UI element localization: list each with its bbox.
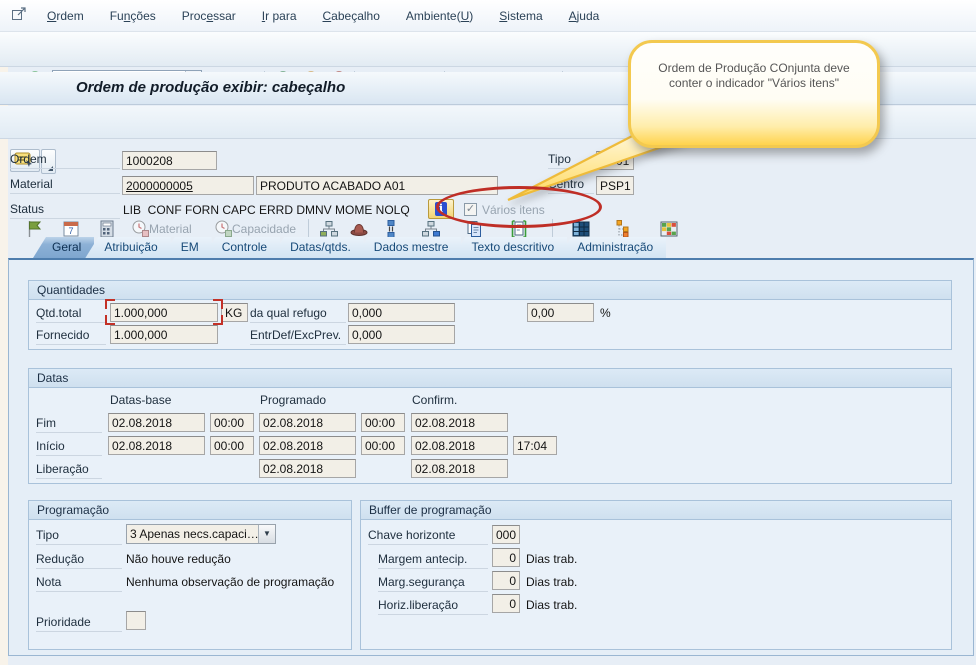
quantities-groupbox-title: Quantidades [29,281,951,300]
finish-basic-date-field[interactable]: 02.08.2018 [108,413,205,432]
confirmed-column-header: Confirm. [412,393,457,407]
reduction-label: Redução [36,552,122,569]
safety-float-label: Marg.segurança [378,575,488,592]
scrap-percent-field[interactable]: 0,00 [527,303,594,322]
reduction-value: Não houve redução [126,552,231,566]
finish-confirmed-date-field[interactable]: 02.08.2018 [411,413,508,432]
total-qty-field[interactable]: 1.000,000 [110,303,218,322]
menu-item-funcoes[interactable]: Funções [97,7,169,25]
start-basic-time-field[interactable]: 00:00 [210,436,254,455]
scheduling-margin-key-label: Chave horizonte [368,528,488,545]
float-before-unit: Dias trab. [526,552,577,566]
note-label: Nota [36,575,122,592]
menu-bar: Ordem Funções Processar Ir para Cabeçalh… [0,0,976,32]
scheduling-groupbox-title: Programação [29,501,351,520]
scheduling-type-label: Tipo [36,528,122,545]
release-horizon-label: Horiz.liberação [378,598,488,615]
priority-label: Prioridade [36,615,122,632]
tab-administracao[interactable]: Administração [558,237,666,258]
tab-geral[interactable]: Geral [33,237,94,258]
priority-field[interactable] [126,611,146,630]
status-label: Status [10,202,120,219]
start-confirmed-time-field[interactable]: 17:04 [513,436,557,455]
menu-item-ajuda[interactable]: Ajuda [556,7,613,25]
finish-sched-time-field[interactable]: 00:00 [361,413,405,432]
start-row-label: Início [36,439,102,456]
tab-texto-descritivo[interactable]: Texto descritivo [452,237,567,258]
menu-item-ir-para[interactable]: Ir para [249,7,310,25]
delivered-qty-field[interactable]: 1.000,000 [110,325,218,344]
dates-groupbox-title: Datas [29,369,951,388]
finish-row-label: Fim [36,416,102,433]
menu-item-ambiente[interactable]: Ambiente(U) [393,7,486,25]
float-before-field[interactable]: 0 [492,548,520,567]
scrap-qty-field[interactable]: 0,000 [348,303,455,322]
scheduling-type-dropdown[interactable]: 3 Apenas necs.capaci… ▼ [126,524,276,544]
tab-atribuicao[interactable]: Atribuição [85,237,170,258]
release-confirmed-date-field[interactable]: 02.08.2018 [411,459,508,478]
cursor-corner-bl [105,315,115,325]
float-before-label: Margem antecip. [378,552,488,569]
basic-dates-column-header: Datas-base [110,393,171,407]
percent-sign: % [600,306,611,320]
cursor-corner-tl [105,299,115,309]
menu-item-cabecalho[interactable]: Cabeçalho [310,7,393,25]
tab-dados-mestre[interactable]: Dados mestre [355,237,462,258]
scheduled-column-header: Programado [260,393,326,407]
svg-text:7: 7 [68,226,73,236]
tab-datas-qtds[interactable]: Datas/qtds. [271,237,364,258]
start-confirmed-date-field[interactable]: 02.08.2018 [411,436,508,455]
scrap-label: da qual refugo [250,306,346,323]
float-groupbox-title: Buffer de programação [361,501,951,520]
start-basic-date-field[interactable]: 02.08.2018 [108,436,205,455]
start-sched-date-field[interactable]: 02.08.2018 [259,436,356,455]
tab-controle[interactable]: Controle [203,237,280,258]
note-value: Nenhuma observação de programação [126,575,334,589]
material-label: Material [10,177,120,194]
finish-sched-date-field[interactable]: 02.08.2018 [259,413,356,432]
short-excess-field[interactable]: 0,000 [348,325,455,344]
finish-basic-time-field[interactable]: 00:00 [210,413,254,432]
order-label: Ordem [10,152,120,169]
release-sched-date-field[interactable]: 02.08.2018 [259,459,356,478]
delivered-label: Fornecido [36,328,106,345]
cursor-corner-tr [213,299,223,309]
annotation-red-circle [436,186,602,228]
menu-item-processar[interactable]: Processar [169,7,249,25]
safety-float-field[interactable]: 0 [492,571,520,590]
annotation-callout: Ordem de Produção COnjunta deve conter o… [628,40,880,148]
material-availability-label: Material [149,222,192,236]
total-qty-label: Qtd.total [36,306,106,323]
order-number-field[interactable]: 1000208 [122,151,217,170]
page-title: Ordem de produção exibir: cabeçalho [76,79,345,96]
sap-gui-window: Ordem Funções Processar Ir para Cabeçalh… [0,0,976,665]
scheduling-type-value: 3 Apenas necs.capaci… [127,525,258,543]
material-number-field[interactable]: 2000000005 [122,176,254,195]
scheduling-margin-key-field[interactable]: 000 [492,525,520,544]
safety-float-unit: Dias trab. [526,575,577,589]
capacity-check-label: Capacidade [232,222,296,236]
dropdown-arrow-icon[interactable]: ▼ [258,525,275,543]
system-menu-icon[interactable] [10,5,28,26]
release-row-label: Liberação [36,462,102,479]
menu-item-sistema[interactable]: Sistema [486,7,555,25]
cursor-corner-br [213,315,223,325]
callout-text: Ordem de Produção COnjunta deve conter o… [631,43,877,91]
release-horizon-unit: Dias trab. [526,598,577,612]
release-horizon-field[interactable]: 0 [492,594,520,613]
unit-field[interactable]: KG [221,303,248,322]
tab-strip: Geral Atribuição EM Controle Datas/qtds.… [33,237,666,258]
start-sched-time-field[interactable]: 00:00 [361,436,405,455]
menu-item-ordem[interactable]: Ordem [34,7,97,25]
status-text: LIB CONF FORN CAPC ERRD DMNV MOME NOLQ [123,203,410,217]
short-excess-label: EntrDef/ExcPrev. [250,328,346,345]
